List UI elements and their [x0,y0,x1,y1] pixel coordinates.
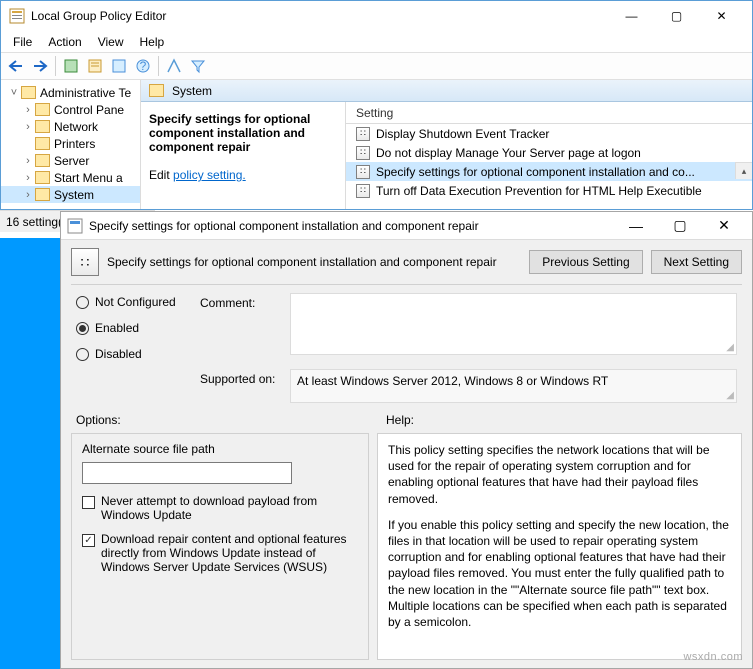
back-button[interactable] [5,55,27,77]
tree-item[interactable]: ›Control Pane [1,101,140,118]
comment-textarea[interactable]: ◢ [290,293,737,355]
checkbox-icon: ✓ [82,534,95,547]
checkbox-icon [82,496,95,509]
folder-icon [21,86,36,99]
tree-pane: ˅Administrative Te ›Control Pane ›Networ… [1,80,141,209]
toolbar-btn-4[interactable]: ? [132,55,154,77]
list-item[interactable]: ∷Display Shutdown Event Tracker [346,124,752,143]
help-panel: This policy setting specifies the networ… [377,433,742,660]
radio-group: Not Configured Enabled Disabled [76,293,200,403]
column-header[interactable]: Setting [346,102,752,124]
menu-view[interactable]: View [90,33,132,51]
svg-text:?: ? [140,59,147,73]
toolbar-btn-5[interactable] [163,55,185,77]
alt-source-label: Alternate source file path [82,442,358,456]
gpedit-window: Local Group Policy Editor — ▢ ✕ File Act… [0,0,753,210]
app-icon [9,8,25,24]
dialog-subtitle: Specify settings for optional component … [107,255,521,269]
description-pane: Specify settings for optional component … [141,102,346,209]
forward-button[interactable] [29,55,51,77]
folder-icon [35,120,50,133]
menu-bar: File Action View Help [1,31,752,52]
dialog-title: Specify settings for optional component … [89,219,614,233]
folder-icon [35,103,50,116]
supported-label: Supported on: [200,369,280,386]
dialog-subheader: ∷ Specify settings for optional componen… [61,240,752,284]
radio-disabled[interactable]: Disabled [76,347,200,361]
policy-setting-link[interactable]: policy setting. [173,168,246,182]
menu-help[interactable]: Help [132,33,173,51]
help-label: Help: [386,413,414,427]
filter-icon[interactable] [187,55,209,77]
title-bar: Local Group Policy Editor — ▢ ✕ [1,1,752,31]
alt-source-input[interactable] [82,462,292,484]
tree-item[interactable]: Printers [1,135,140,152]
maximize-button[interactable]: ▢ [654,6,699,26]
path-header: System [141,80,752,102]
help-text: If you enable this policy setting and sp… [388,517,731,630]
previous-setting-button[interactable]: Previous Setting [529,250,642,274]
radio-not-configured[interactable]: Not Configured [76,295,200,309]
options-label: Options: [76,413,386,427]
folder-icon [35,171,50,184]
folder-icon [35,188,50,201]
radio-enabled[interactable]: Enabled [76,321,200,335]
supported-box: At least Windows Server 2012, Windows 8 … [290,369,737,403]
policy-icon [67,218,83,234]
scroll-up[interactable]: ▴ [735,162,752,179]
menu-file[interactable]: File [5,33,40,51]
setting-title: Specify settings for optional component … [149,112,310,154]
panel-labels: Options: Help: [61,407,752,433]
list-item[interactable]: ∷Turn off Data Execution Prevention for … [346,181,752,200]
policy-dialog: Specify settings for optional component … [60,211,753,669]
config-section: Not Configured Enabled Disabled Comment:… [61,285,752,407]
folder-icon [35,154,50,167]
policy-icon: ∷ [356,127,370,141]
tree-item[interactable]: ›Server [1,152,140,169]
desktop-bg [0,238,60,669]
list-item-selected[interactable]: ∷Specify settings for optional component… [346,162,752,181]
close-button[interactable]: ✕ [699,6,744,26]
menu-action[interactable]: Action [40,33,89,51]
toolbar-btn-1[interactable] [60,55,82,77]
policy-large-icon: ∷ [71,248,99,276]
dialog-maximize[interactable]: ▢ [658,213,702,239]
policy-icon: ∷ [356,146,370,160]
options-panel: Alternate source file path Never attempt… [71,433,369,660]
watermark: wsxdn.com [683,651,743,663]
toolbar-btn-3[interactable] [108,55,130,77]
toolbar-btn-2[interactable] [84,55,106,77]
help-text: This policy setting specifies the networ… [388,442,731,507]
next-setting-button[interactable]: Next Setting [651,250,742,274]
policy-icon: ∷ [356,184,370,198]
checkbox-wsus[interactable]: ✓ Download repair content and optional f… [82,532,358,574]
policy-icon: ∷ [356,165,370,179]
list-item[interactable]: ∷Do not display Manage Your Server page … [346,143,752,162]
edit-label: Edit [149,168,170,182]
checkbox-never-download[interactable]: Never attempt to download payload from W… [82,494,358,522]
dialog-close[interactable]: ✕ [702,213,746,239]
folder-icon [35,137,50,150]
folder-icon [149,84,164,97]
tree-root[interactable]: ˅Administrative Te [1,84,140,101]
tree-item-system[interactable]: ›System [1,186,140,203]
main-body: ˅Administrative Te ›Control Pane ›Networ… [1,80,752,209]
minimize-button[interactable]: — [609,6,654,26]
tree-item[interactable]: ›Start Menu a [1,169,140,186]
settings-list: Setting ∷Display Shutdown Event Tracker … [346,102,752,209]
toolbar: ? [1,52,752,80]
details-pane: System Specify settings for optional com… [141,80,752,209]
tree-item[interactable]: ›Network [1,118,140,135]
dialog-title-bar: Specify settings for optional component … [61,212,752,240]
comment-label: Comment: [200,293,280,310]
dialog-minimize[interactable]: — [614,213,658,239]
window-title: Local Group Policy Editor [31,9,609,23]
